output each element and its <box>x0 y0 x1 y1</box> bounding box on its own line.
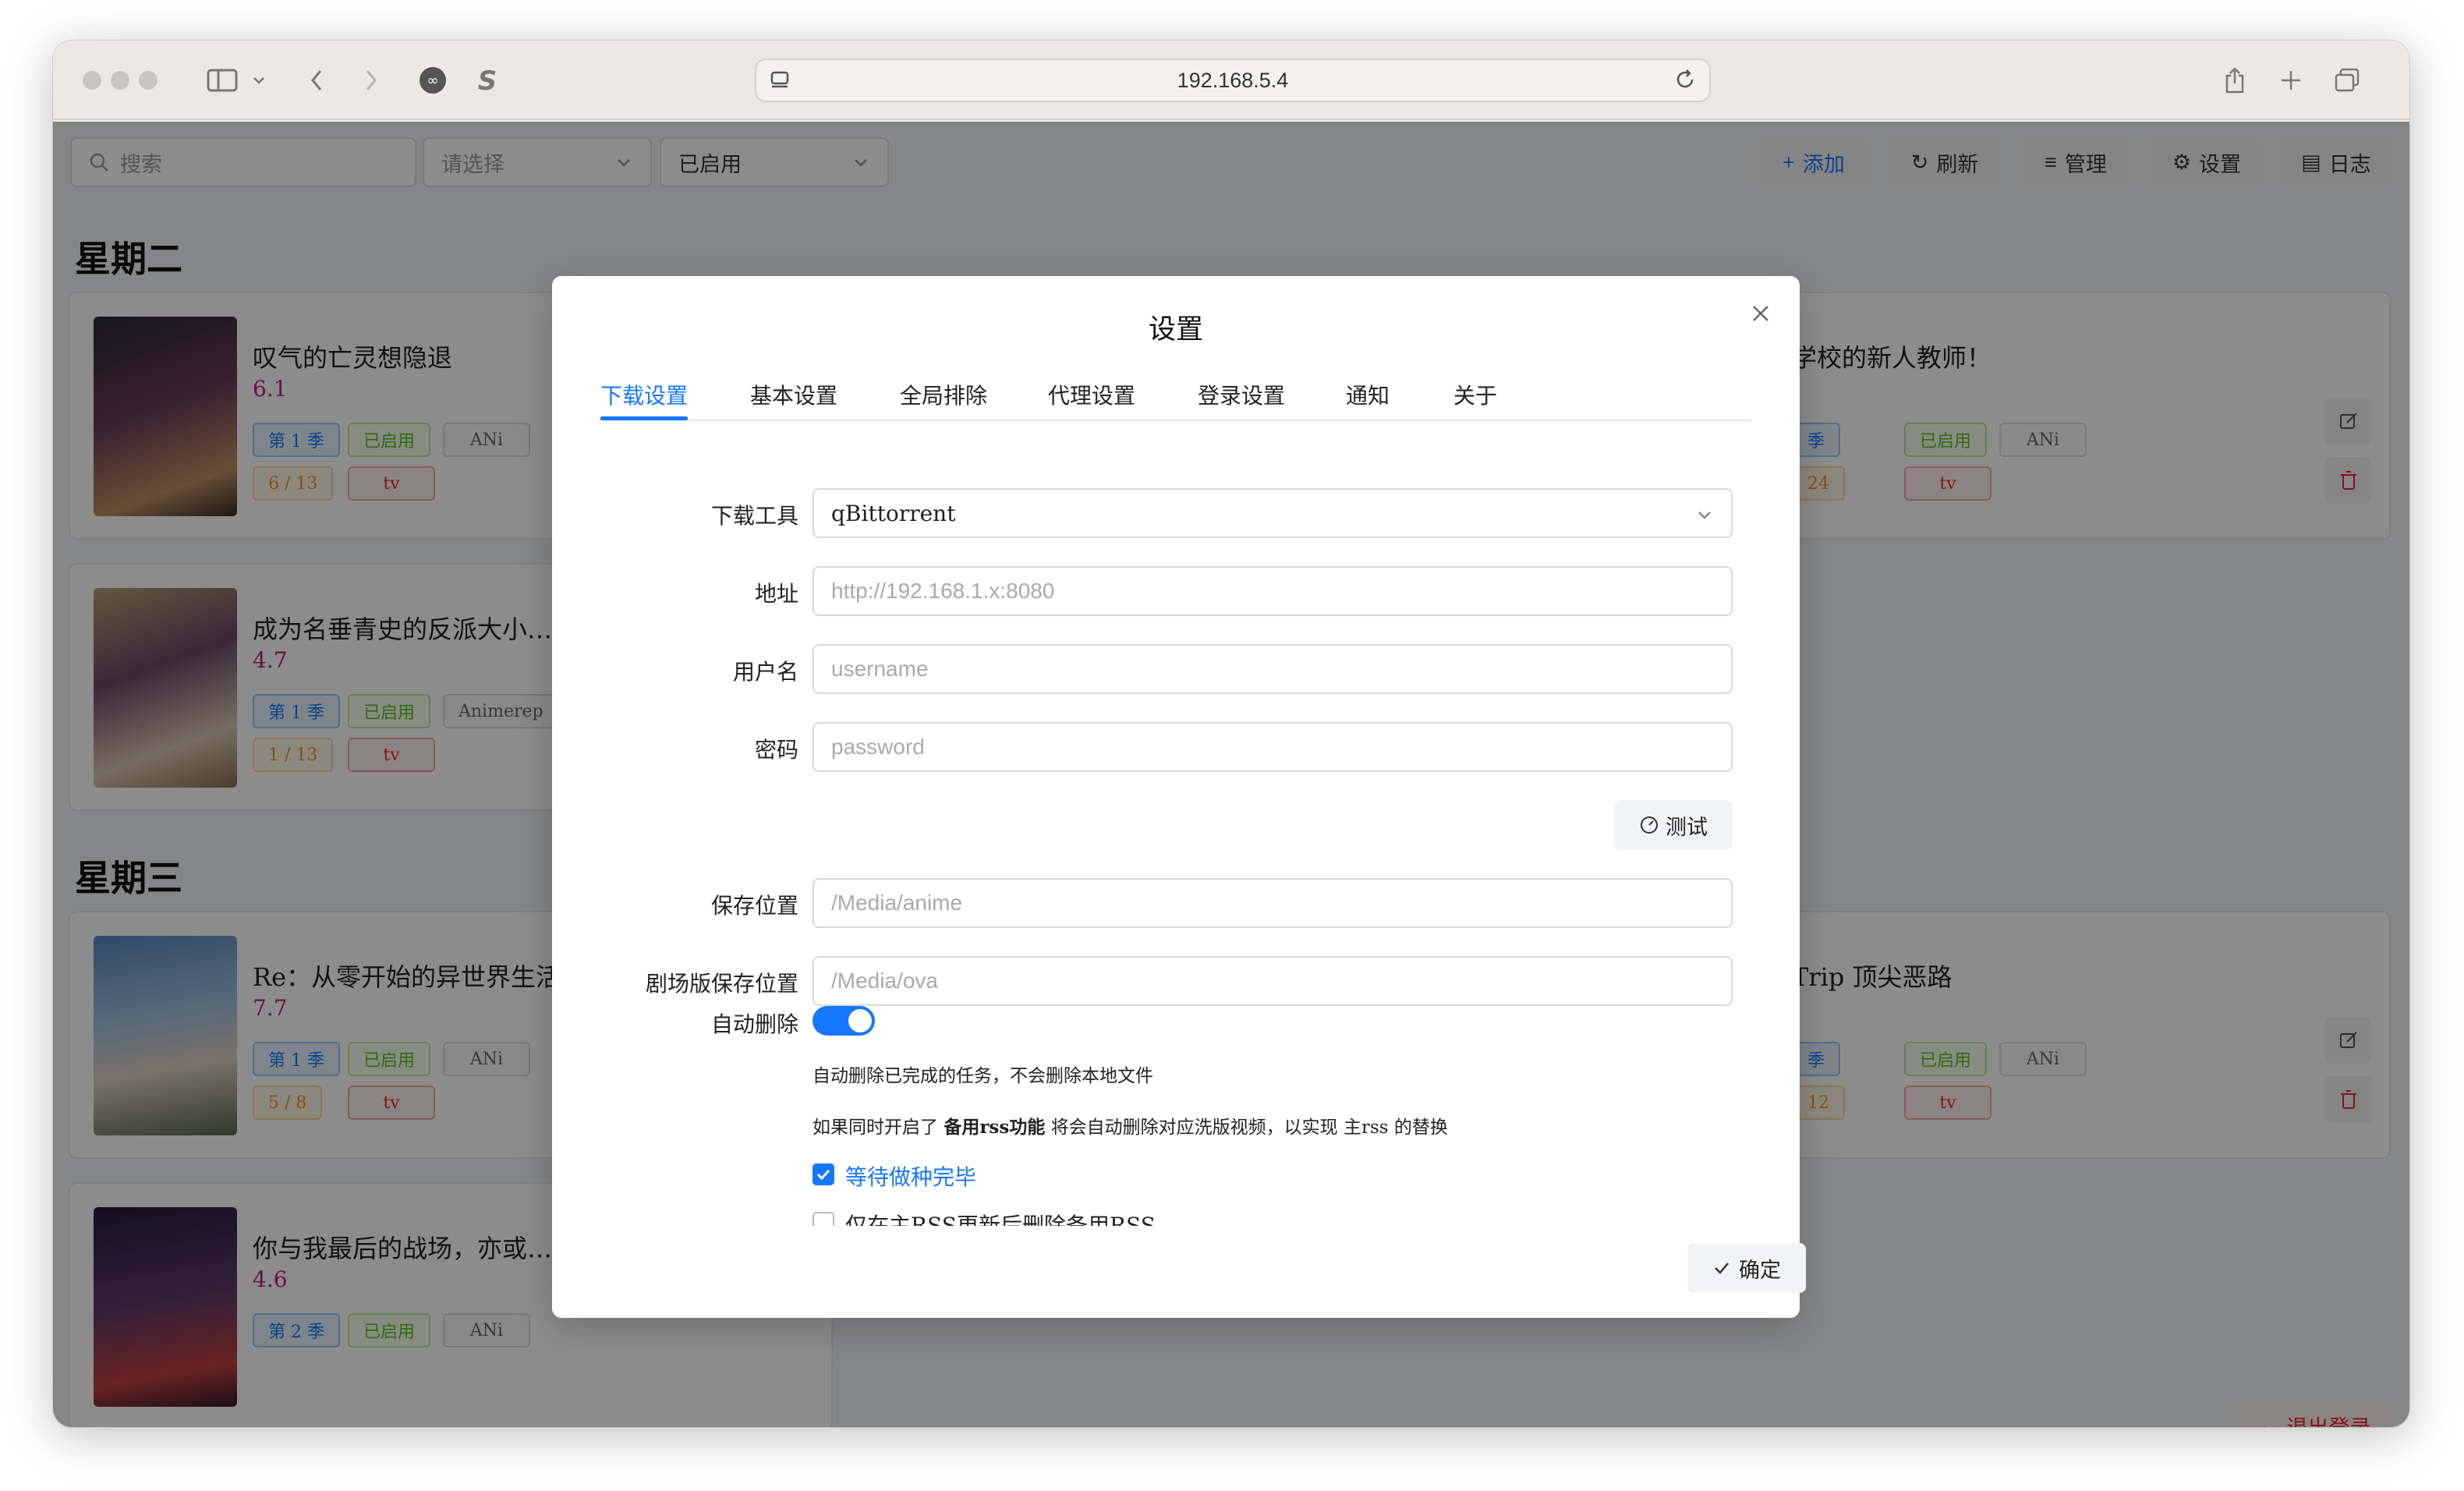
sidebar-toggle-icon[interactable] <box>203 61 242 100</box>
confirm-button[interactable]: 确定 <box>1687 1243 1806 1293</box>
address-bar[interactable]: 192.168.5.4 <box>755 58 1711 102</box>
page-settings-icon[interactable] <box>769 69 791 97</box>
username-label: 用户名 <box>732 659 798 685</box>
confirm-button-label: 确定 <box>1739 1258 1781 1282</box>
wait-seed-checkbox[interactable] <box>812 1163 834 1185</box>
download-tool-select[interactable]: qBittorrent <box>812 488 1733 538</box>
auto-delete-label: 自动删除 <box>710 1011 798 1037</box>
auto-delete-switch[interactable] <box>812 1006 875 1036</box>
username-input[interactable]: username <box>812 644 1733 694</box>
save-path-input[interactable]: /Media/anime <box>812 878 1733 928</box>
close-button[interactable] <box>1745 298 1776 329</box>
download-tool-label: 下载工具 <box>710 503 798 529</box>
save-path-label: 保存位置 <box>710 893 798 919</box>
forward-icon[interactable] <box>356 61 387 100</box>
test-button-label: 测试 <box>1666 815 1708 839</box>
password-placeholder: password <box>831 735 925 759</box>
hint-bold: 备用rss功能 <box>943 1117 1046 1138</box>
chevron-down-icon <box>1698 512 1711 519</box>
backup-rss-hint: 如果同时开启了 备用rss功能 将会自动删除对应洗版视频，以实现 主rss 的替… <box>812 1112 1448 1139</box>
chevron-down-icon[interactable] <box>250 61 268 100</box>
share-icon[interactable] <box>2219 61 2250 100</box>
address-placeholder: http://192.168.1.x:8080 <box>831 579 1055 603</box>
browser-toolbar: ∞ S 192.168.5.4 <box>53 41 2409 120</box>
download-tool-value: qBittorrent <box>831 500 956 526</box>
new-tab-icon[interactable] <box>2275 61 2306 100</box>
scroll-clip <box>786 1226 1761 1265</box>
zoom-window-button[interactable] <box>139 71 158 90</box>
movie-path-placeholder: /Media/ova <box>831 969 938 993</box>
tab-download[interactable]: 下载设置 <box>600 379 688 410</box>
save-path-placeholder: /Media/anime <box>831 891 963 915</box>
close-window-button[interactable] <box>83 71 101 90</box>
tab-proxy[interactable]: 代理设置 <box>1048 379 1135 410</box>
url-text: 192.168.5.4 <box>1177 68 1289 92</box>
username-placeholder: username <box>831 657 929 681</box>
close-icon <box>1753 306 1768 321</box>
modal-title: 设置 <box>1148 314 1203 345</box>
settings-tabs: 下载设置 基本设置 全局排除 代理设置 登录设置 通知 关于 <box>600 374 1751 421</box>
check-icon <box>816 1169 830 1181</box>
tab-login[interactable]: 登录设置 <box>1198 379 1285 410</box>
auto-delete-hint: 自动删除已完成的任务，不会删除本地文件 <box>812 1066 1153 1086</box>
svg-text:∞: ∞ <box>427 73 439 89</box>
password-input[interactable]: password <box>812 722 1733 772</box>
check-icon <box>1715 1263 1729 1274</box>
tab-about[interactable]: 关于 <box>1453 379 1497 410</box>
test-button[interactable]: 测试 <box>1614 800 1733 850</box>
extension-infinity-icon[interactable]: ∞ <box>413 61 452 100</box>
svg-text:S: S <box>478 66 497 94</box>
tab-overview-icon[interactable] <box>2330 61 2364 100</box>
movie-path-label: 剧场版保存位置 <box>645 971 798 997</box>
minimize-window-button[interactable] <box>111 71 129 90</box>
extension-s-icon[interactable]: S <box>468 61 507 100</box>
switch-knob <box>848 1009 872 1032</box>
tab-basic[interactable]: 基本设置 <box>750 379 837 410</box>
back-icon[interactable] <box>301 61 332 100</box>
tab-global-exclude[interactable]: 全局排除 <box>900 379 987 410</box>
tab-notification[interactable]: 通知 <box>1346 379 1390 410</box>
gauge-icon <box>1641 816 1658 834</box>
movie-path-input[interactable]: /Media/ova <box>812 956 1733 1006</box>
hint-prefix: 如果同时开启了 <box>812 1117 944 1138</box>
reload-icon[interactable] <box>1673 68 1697 97</box>
wait-seed-label: 等待做种完毕 <box>845 1164 977 1190</box>
hint-suffix: 将会自动删除对应洗版视频，以实现 主rss 的替换 <box>1045 1117 1448 1138</box>
address-input[interactable]: http://192.168.1.x:8080 <box>812 566 1733 616</box>
settings-modal: 设置 下载设置 基本设置 全局排除 代理设置 登录设置 通知 关于 下载工具 q… <box>552 276 1806 1318</box>
password-label: 密码 <box>754 737 798 763</box>
active-tab-indicator <box>600 416 688 420</box>
address-label: 地址 <box>754 581 798 607</box>
